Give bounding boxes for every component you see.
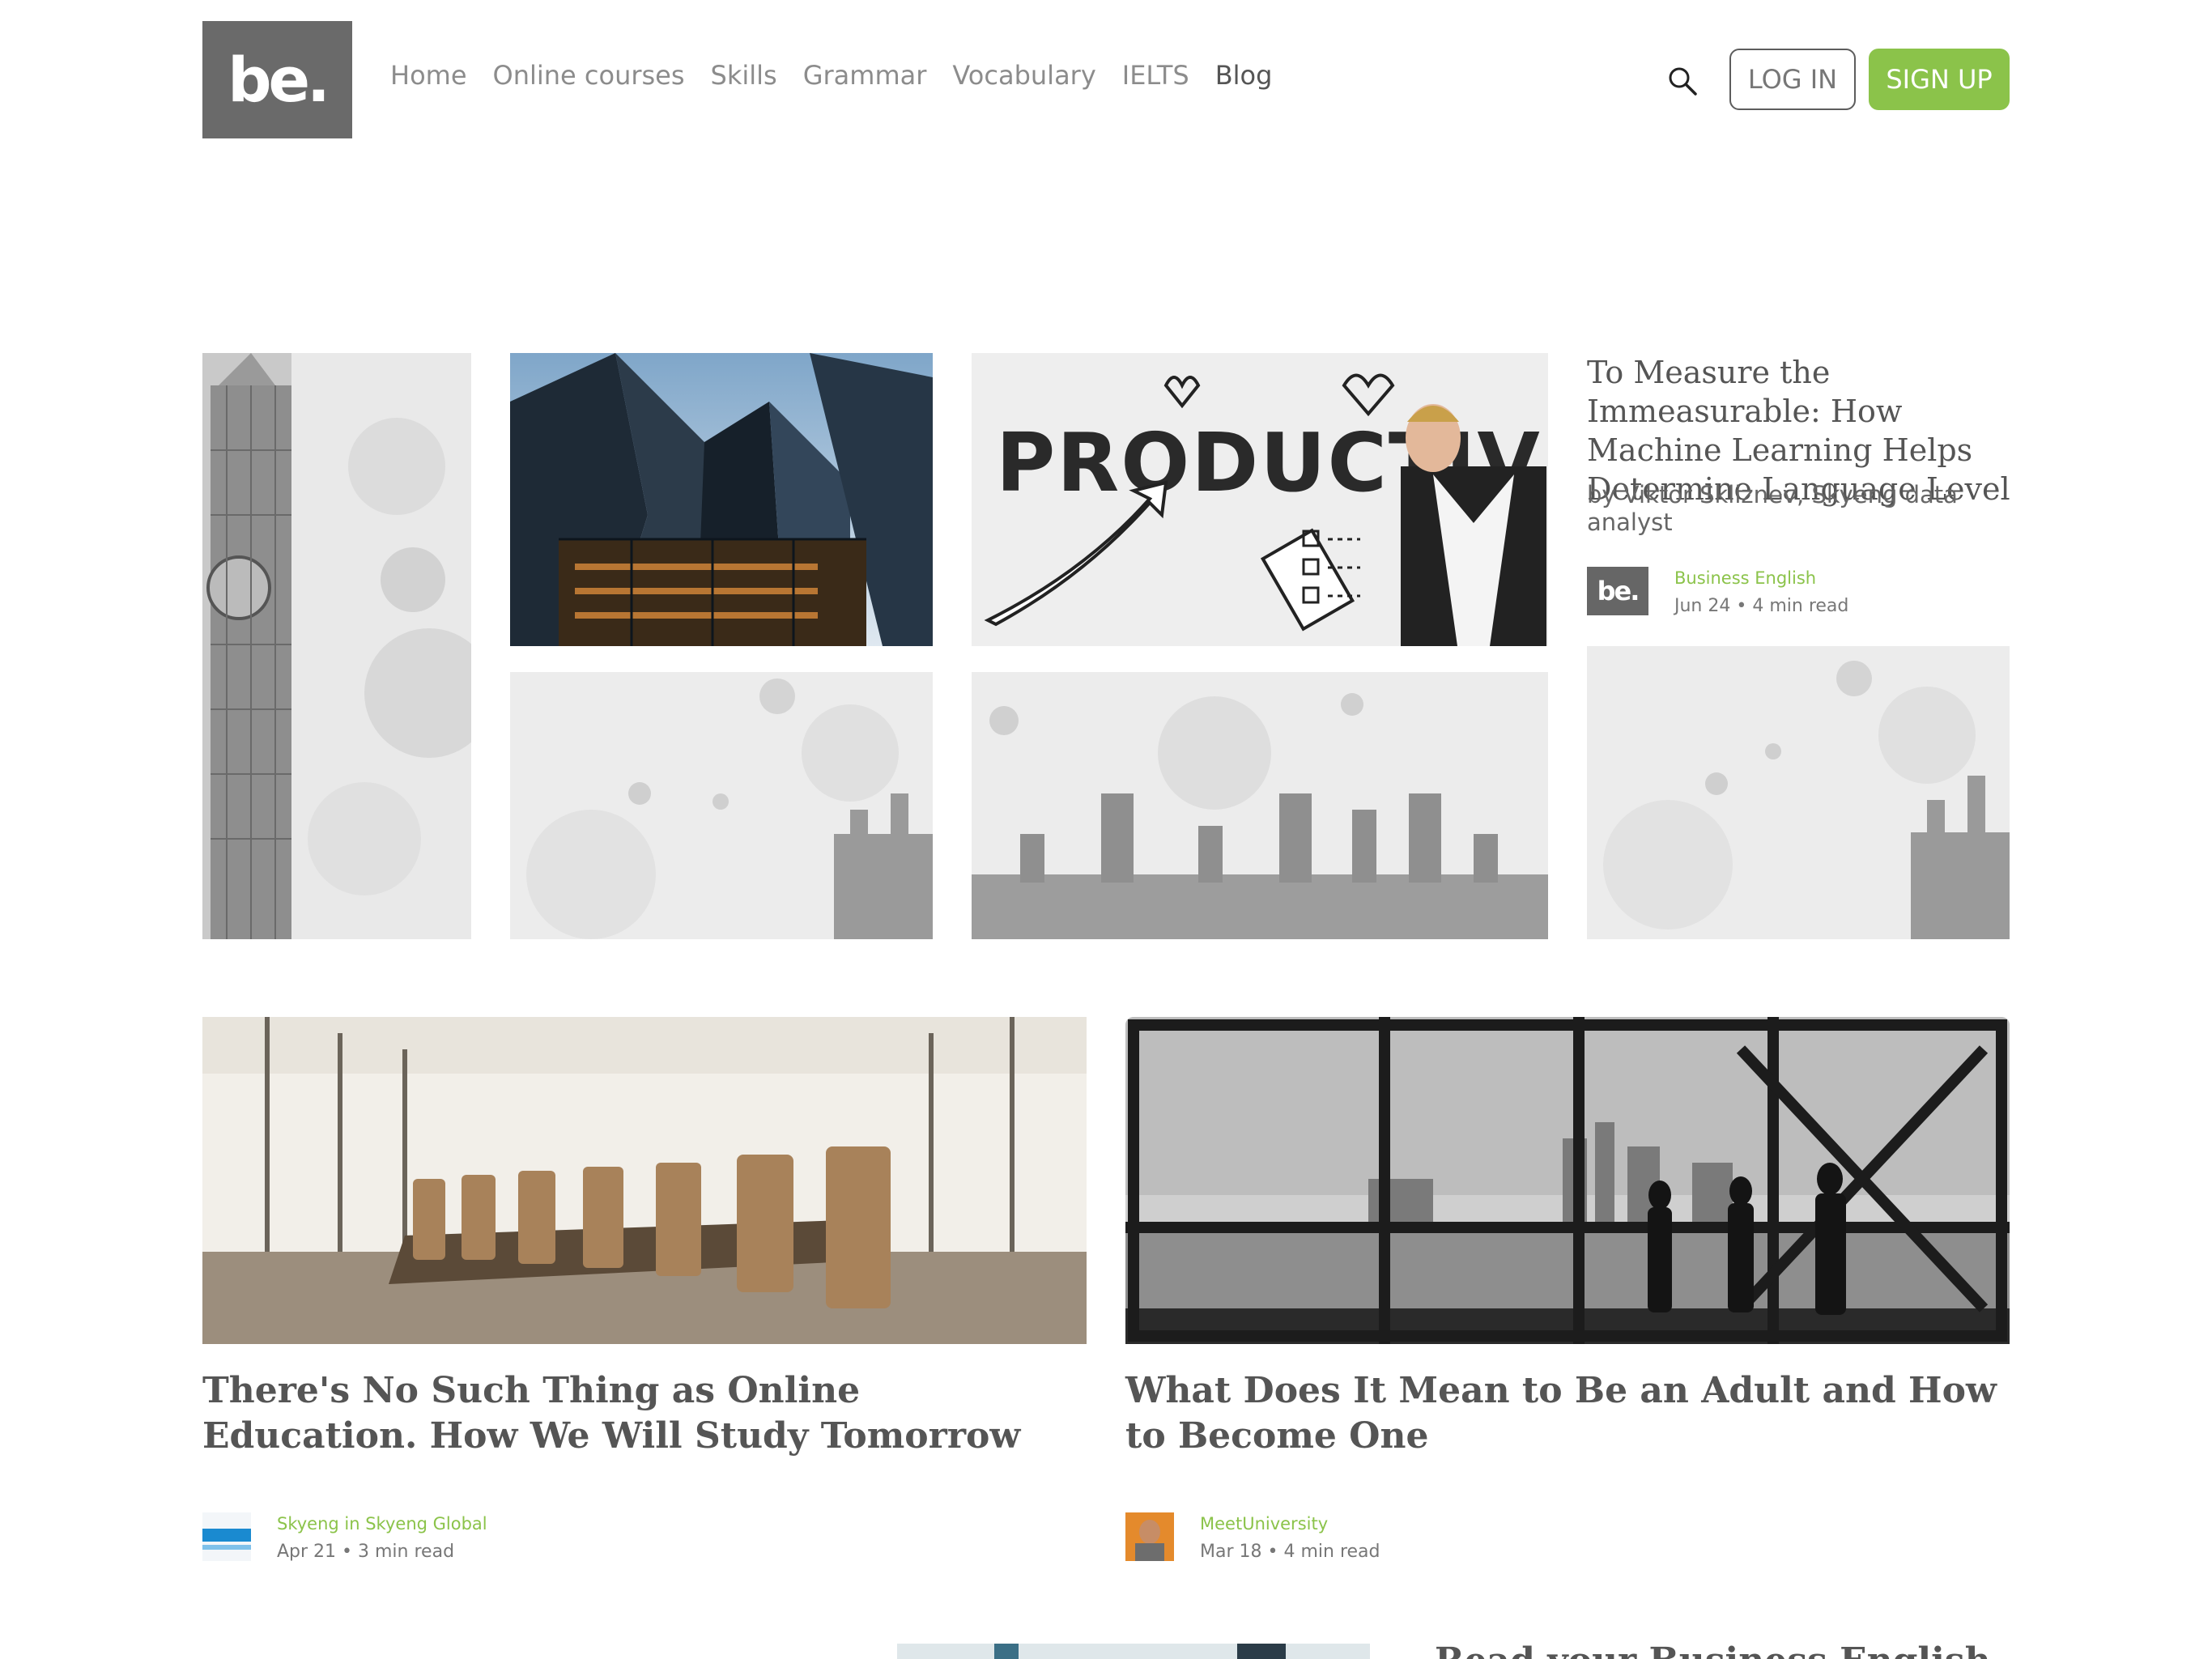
nav-item-grammar[interactable]: Grammar (803, 60, 927, 91)
featured-article-author: by Viktor Skliznev, Skyeng data analyst (1587, 481, 1958, 536)
site-logo[interactable]: be. (202, 21, 352, 138)
card-source[interactable]: MeetUniversity (1200, 1514, 1328, 1534)
nav-item-blog[interactable]: Blog (1215, 60, 1273, 91)
nav-item-home[interactable]: Home (390, 60, 467, 91)
meta-separator: • (1730, 596, 1753, 616)
conference-room-image[interactable] (202, 1017, 1087, 1344)
card-date: Apr 21 (277, 1542, 337, 1562)
logo-text: be. (228, 44, 330, 116)
featured-read-time: 4 min read (1752, 596, 1849, 616)
search-icon[interactable] (1666, 65, 1699, 97)
meta-separator: • (1261, 1542, 1284, 1562)
featured-date-line: Jun 24 • 4 min read (1674, 596, 1848, 616)
productivity-image[interactable]: PRODUCTIVITY (972, 353, 1548, 646)
watercolor-placeholder-image[interactable] (510, 672, 933, 939)
card-date: Mar 18 (1200, 1542, 1262, 1562)
next-article-image[interactable] (897, 1644, 1370, 1659)
card-read-time: 3 min read (358, 1542, 455, 1562)
skyscrapers-image[interactable] (510, 353, 933, 646)
main-nav: Home Online courses Skills Grammar Vocab… (390, 60, 1272, 91)
card-source[interactable]: Skyeng in Skyeng Global (277, 1514, 487, 1534)
card-title[interactable]: What Does It Mean to Be an Adult and How… (1125, 1368, 2010, 1459)
meta-separator: • (336, 1542, 359, 1562)
city-view-image[interactable] (1125, 1017, 2010, 1344)
publisher-logo[interactable]: be. (1587, 567, 1648, 615)
signup-button[interactable]: SIGN UP (1869, 49, 2010, 110)
featured-category[interactable]: Business English (1674, 568, 1816, 588)
featured-date: Jun 24 (1674, 596, 1731, 616)
nav-item-online-courses[interactable]: Online courses (493, 60, 685, 91)
card-read-time: 4 min read (1283, 1542, 1380, 1562)
big-ben-image[interactable] (202, 353, 471, 939)
login-button[interactable]: LOG IN (1729, 49, 1856, 110)
card-date-line: Apr 21 • 3 min read (277, 1542, 454, 1562)
watercolor-placeholder-image[interactable] (972, 672, 1548, 939)
next-article-title[interactable]: Read your Business English (1435, 1639, 2010, 1659)
nav-item-ielts[interactable]: IELTS (1122, 60, 1189, 91)
watercolor-placeholder-image[interactable] (1587, 646, 2010, 939)
nav-item-skills[interactable]: Skills (711, 60, 777, 91)
card-title[interactable]: There's No Such Thing as Online Educatio… (202, 1368, 1087, 1459)
avatar[interactable] (202, 1512, 251, 1561)
nav-item-vocabulary[interactable]: Vocabulary (952, 60, 1095, 91)
card-date-line: Mar 18 • 4 min read (1200, 1542, 1380, 1562)
avatar[interactable] (1125, 1512, 1174, 1561)
